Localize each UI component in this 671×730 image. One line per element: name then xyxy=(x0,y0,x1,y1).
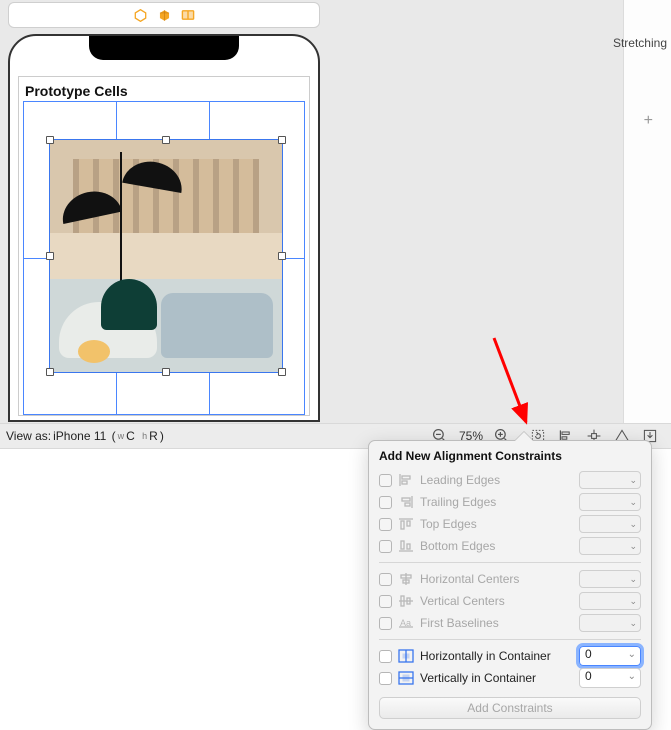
resize-handle-n[interactable] xyxy=(162,136,170,144)
constraint-checkbox-bottom xyxy=(379,540,392,553)
trait-width: C xyxy=(126,429,135,443)
device-notch xyxy=(89,36,239,60)
imageview-selection[interactable] xyxy=(49,139,283,373)
constraint-glyph-top-icon xyxy=(398,517,414,531)
constraint-checkbox-hcontainer[interactable] xyxy=(379,650,392,663)
constraint-label-hcenters: Horizontal Centers xyxy=(420,572,519,586)
resize-handle-nw[interactable] xyxy=(46,136,54,144)
resize-handle-ne[interactable] xyxy=(278,136,286,144)
inspector-add-icon[interactable]: + xyxy=(644,112,653,130)
photo-chair-green xyxy=(101,279,157,330)
constraint-label-top: Top Edges xyxy=(420,517,477,531)
resize-handle-e[interactable] xyxy=(278,252,286,260)
chevron-down-icon: ⌄ xyxy=(628,671,636,682)
popover-title: Add New Alignment Constraints xyxy=(379,449,641,463)
resize-handle-s[interactable] xyxy=(162,368,170,376)
constraint-checkbox-vcontainer[interactable] xyxy=(379,672,392,685)
constraint-label-trailing: Trailing Edges xyxy=(420,495,496,509)
breadcrumb-bar[interactable] xyxy=(8,2,320,28)
chevron-down-icon: ⌄ xyxy=(629,618,637,629)
popover-divider-1 xyxy=(379,562,641,563)
constraint-value-vcenters: ⌄ xyxy=(579,592,641,610)
inspector-stretching-label: Stretching xyxy=(613,36,667,50)
constraint-checkbox-hcenters xyxy=(379,573,392,586)
constraint-checkbox-trailing xyxy=(379,496,392,509)
constraint-row-hcenters: Horizontal Centers ⌄ xyxy=(379,568,641,590)
resize-handle-se[interactable] xyxy=(278,368,286,376)
svg-text:Aa: Aa xyxy=(400,618,411,628)
constraint-row-top: Top Edges ⌄ xyxy=(379,513,641,535)
constraint-glyph-leading-icon xyxy=(398,473,414,487)
view-as-prefix: View as: xyxy=(6,429,51,443)
constraint-checkbox-top xyxy=(379,518,392,531)
constraint-checkbox-vcenters xyxy=(379,595,392,608)
trait-width-sub: w xyxy=(118,431,125,441)
chevron-down-icon: ⌄ xyxy=(629,574,637,585)
constraint-value-leading: ⌄ xyxy=(579,471,641,489)
constraint-checkbox-leading xyxy=(379,474,392,487)
constraint-label-hcontainer: Horizontally in Container xyxy=(420,649,551,663)
constraint-label-bottom: Bottom Edges xyxy=(420,539,495,553)
constraint-label-vcenters: Vertical Centers xyxy=(420,594,505,608)
chevron-down-icon: ⌄ xyxy=(629,519,637,530)
photo-lamp xyxy=(120,152,122,291)
photo-stool xyxy=(78,340,110,363)
constraint-value-top: ⌄ xyxy=(579,515,641,533)
constraint-row-bottom: Bottom Edges ⌄ xyxy=(379,535,641,557)
constraint-value-trailing: ⌄ xyxy=(579,493,641,511)
trait-height-sub: h xyxy=(142,431,147,441)
constraint-value-bottom: ⌄ xyxy=(579,537,641,555)
chevron-down-icon: ⌄ xyxy=(629,475,637,486)
constraint-label-baselines: First Baselines xyxy=(420,616,499,630)
chevron-down-icon: ⌄ xyxy=(629,596,637,607)
breadcrumb-hex-icon xyxy=(133,8,147,22)
chevron-down-icon: ⌄ xyxy=(629,497,637,508)
constraint-row-vcenters: Vertical Centers ⌄ xyxy=(379,590,641,612)
tableview[interactable]: Prototype Cells xyxy=(18,76,310,416)
chevron-down-icon: ⌄ xyxy=(629,541,637,552)
add-constraints-label: Add Constraints xyxy=(467,701,552,715)
section-header-label: Prototype Cells xyxy=(25,83,128,99)
add-constraints-button[interactable]: Add Constraints xyxy=(379,697,641,719)
trait-height: R xyxy=(149,429,158,443)
constraint-glyph-hcontainer-icon xyxy=(398,649,414,663)
constraint-value-vcontainer[interactable]: 0⌄ xyxy=(579,668,641,688)
breadcrumb-storyboard-icon xyxy=(181,8,195,22)
resize-handle-w[interactable] xyxy=(46,252,54,260)
constraint-glyph-vcontainer-icon xyxy=(398,671,414,685)
constraint-glyph-trailing-icon xyxy=(398,495,414,509)
constraint-row-leading: Leading Edges ⌄ xyxy=(379,469,641,491)
chevron-down-icon: ⌄ xyxy=(628,649,636,660)
constraint-glyph-vcenters-icon xyxy=(398,594,414,608)
constraint-row-hcontainer: Horizontally in Container 0⌄ xyxy=(379,645,641,667)
constraint-label-vcontainer: Vertically in Container xyxy=(420,671,536,685)
resize-handle-sw[interactable] xyxy=(46,368,54,376)
workspace: Prototype Cells xyxy=(0,0,671,730)
view-as-device: iPhone 11 xyxy=(53,429,106,443)
photo-sofa xyxy=(161,293,272,358)
constraint-value-hcontainer[interactable]: 0⌄ xyxy=(579,646,641,666)
constraint-label-leading: Leading Edges xyxy=(420,473,500,487)
constraint-row-vcontainer: Vertically in Container 0⌄ xyxy=(379,667,641,689)
view-as-control[interactable]: View as: iPhone 11 ( w C h R ) xyxy=(0,429,164,443)
constraint-glyph-bottom-icon xyxy=(398,539,414,553)
constraint-value-hcenters: ⌄ xyxy=(579,570,641,588)
imageview-photo xyxy=(50,140,282,372)
device-frame: Prototype Cells xyxy=(8,34,320,422)
constraint-glyph-hcenters-icon xyxy=(398,572,414,586)
alignment-popover: Add New Alignment Constraints Leading Ed… xyxy=(368,440,652,730)
popover-divider-2 xyxy=(379,639,641,640)
constraint-glyph-baselines-icon: Aa xyxy=(398,616,414,630)
constraint-checkbox-baselines xyxy=(379,617,392,630)
breadcrumb-cube-icon xyxy=(157,8,171,22)
constraint-value-baselines: ⌄ xyxy=(579,614,641,632)
canvas-area[interactable]: Prototype Cells xyxy=(0,0,671,423)
right-inspector-sliver: Stretching + xyxy=(623,0,671,423)
constraint-row-trailing: Trailing Edges ⌄ xyxy=(379,491,641,513)
constraint-row-baselines: Aa First Baselines ⌄ xyxy=(379,612,641,634)
